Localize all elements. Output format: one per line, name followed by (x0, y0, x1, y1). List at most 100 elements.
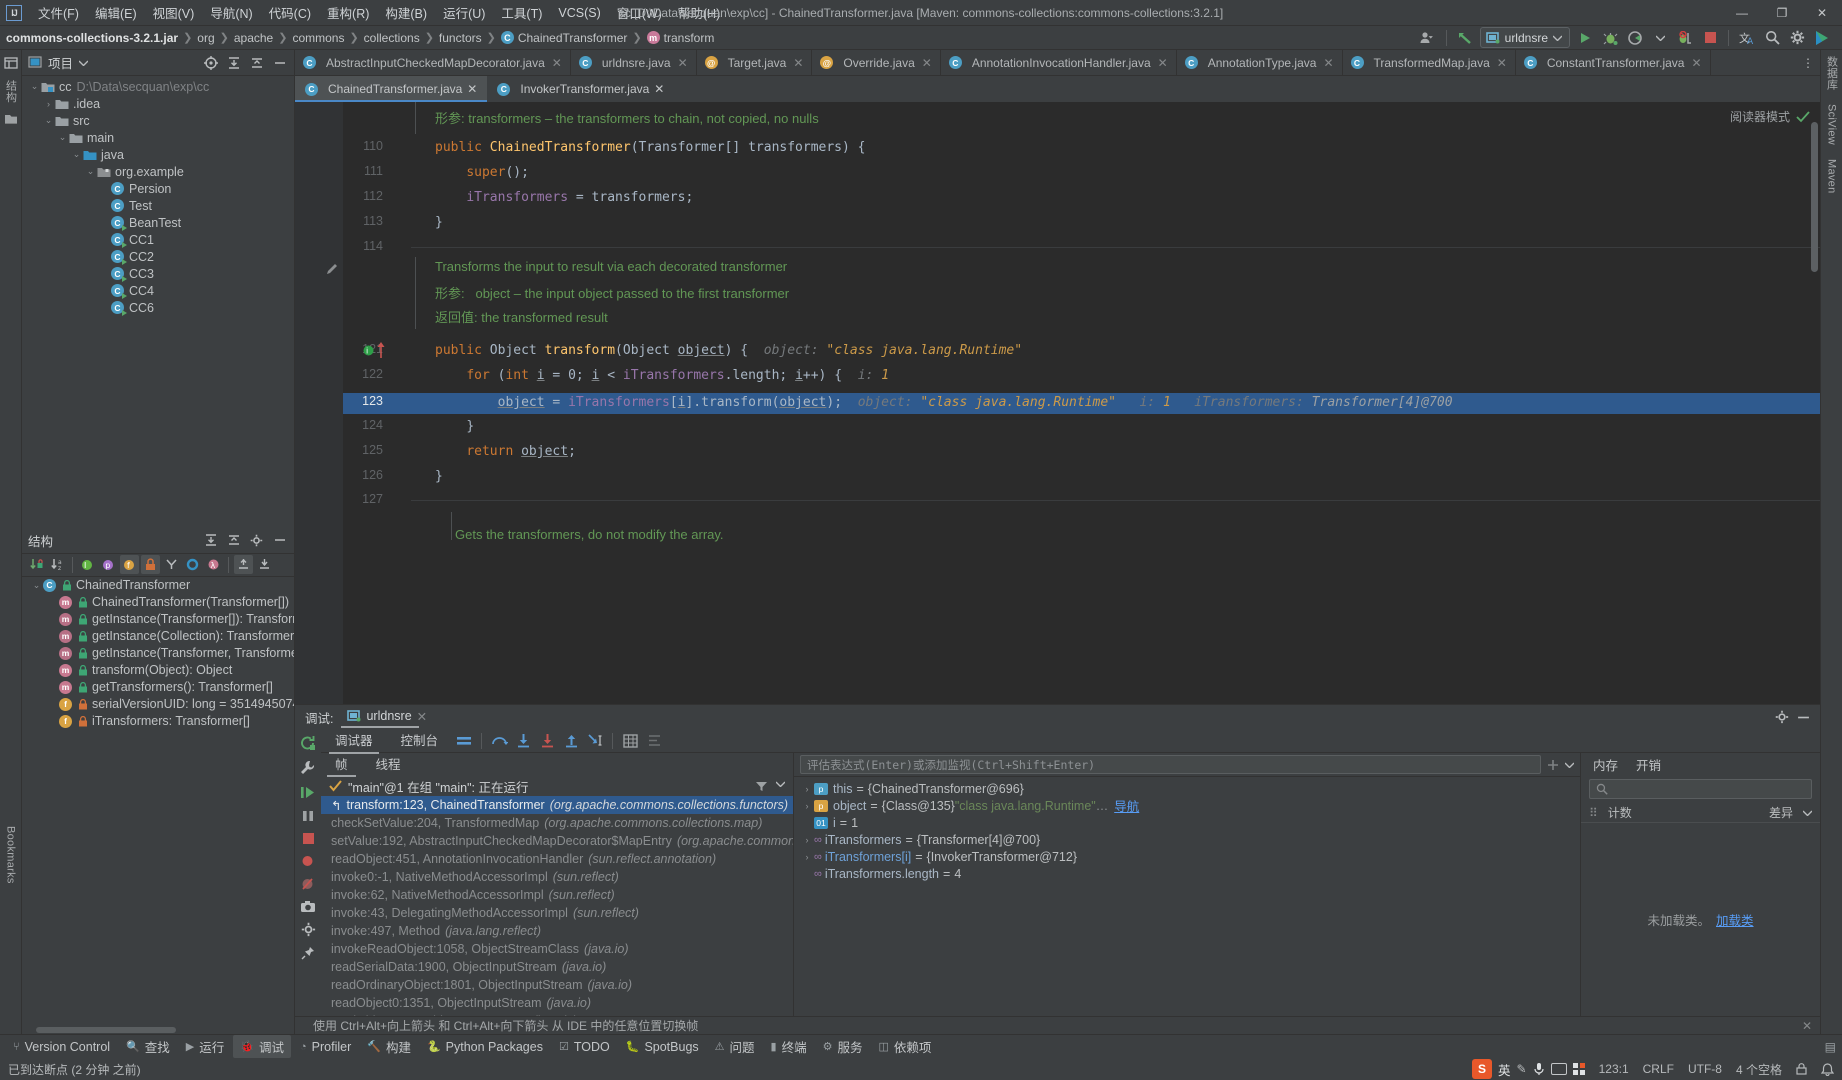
step-over-icon[interactable] (489, 731, 509, 751)
column-count[interactable]: 计数 (1608, 804, 1632, 821)
show-fields-icon[interactable]: f (120, 555, 139, 574)
caret-position[interactable]: 123:1 (1599, 1062, 1629, 1076)
pin-icon[interactable] (301, 946, 315, 960)
show-lambdas-icon[interactable]: λ (204, 555, 223, 574)
tab-frames[interactable]: 帧 (321, 752, 362, 777)
show-properties-icon[interactable]: p (99, 555, 118, 574)
editor-gutter[interactable] (295, 102, 343, 704)
chevron-down-icon[interactable]: ⌄ (30, 580, 43, 591)
reader-mode-toggle[interactable]: 阅读器模式 (1730, 108, 1810, 125)
breadcrumb-functors[interactable]: functors (439, 31, 482, 45)
code-line[interactable]: public ChainedTransformer(Transformer[] … (435, 139, 866, 156)
variables-list[interactable]: › p this = {ChainedTransformer@696} › p object =… (794, 777, 1580, 1016)
keyboard-icon[interactable] (1550, 1063, 1567, 1075)
column-diff[interactable]: 差异 (1769, 804, 1793, 821)
chevron-down-icon[interactable]: ⌄ (70, 149, 83, 160)
main-menu[interactable]: 文件(F) 编辑(E) 视图(V) 导航(N) 代码(C) 重构(R) 构建(B… (30, 0, 728, 26)
menu-help[interactable]: 帮助(H) (670, 0, 728, 26)
editor-tab[interactable]: C ConstantTransformer.java ✕ (1516, 50, 1711, 75)
editor-tabs-overflow[interactable]: ⋮ (1796, 50, 1820, 75)
code-line[interactable]: super(); (435, 164, 529, 181)
project-tree-item[interactable]: C Persion (22, 180, 294, 197)
ime-language-indicator[interactable]: 英 (1498, 1060, 1511, 1079)
microphone-icon[interactable] (1533, 1062, 1545, 1076)
sort-by-visibility-icon[interactable] (27, 555, 46, 574)
filter-icon[interactable] (755, 781, 768, 792)
add-watch-icon[interactable] (1547, 759, 1559, 771)
hide-panel-icon[interactable] (271, 532, 288, 549)
code-line[interactable]: return object; (435, 443, 576, 460)
chevron-down-icon[interactable]: ⌄ (56, 132, 69, 143)
call-stack-frame[interactable]: checkSetValue:204, TransformedMap (org.ap… (321, 814, 793, 832)
run-button[interactable] (1575, 28, 1595, 48)
breadcrumb-jar[interactable]: commons-collections-3.2.1.jar (6, 31, 178, 45)
camera-icon[interactable] (300, 900, 316, 913)
close-icon[interactable]: ✕ (1323, 56, 1333, 70)
view-breakpoints-icon[interactable] (301, 854, 315, 868)
close-icon[interactable]: ✕ (678, 56, 688, 70)
hide-panel-icon[interactable] (1797, 711, 1810, 724)
call-stack-frame[interactable]: invoke:43, DelegatingMethodAccessorImpl (… (321, 904, 793, 922)
code-line[interactable]: } (435, 468, 443, 485)
translate-icon[interactable]: 文A (1737, 28, 1757, 48)
search-icon[interactable] (1762, 28, 1782, 48)
call-stack-frame[interactable]: readObject0:1351, ObjectInputStream (java… (321, 994, 793, 1012)
call-stack-frame[interactable]: invoke:62, NativeMethodAccessorImpl (sun.… (321, 886, 793, 904)
debug-button[interactable] (1600, 28, 1620, 48)
structure-hscrollbar[interactable] (22, 1026, 294, 1034)
variable-row[interactable]: › ∞ iTransformers = {Transformer[4]@700} (794, 831, 1580, 848)
settings-wrench-icon[interactable] (300, 760, 316, 776)
close-hint-icon[interactable]: ✕ (1802, 1019, 1820, 1033)
project-tree-item[interactable]: C Test (22, 197, 294, 214)
plugin-icon[interactable] (1812, 28, 1832, 48)
variable-row[interactable]: › ∞ iTransformers[i] = {InvokerTransformer@7… (794, 848, 1580, 865)
tool-window-button-运行[interactable]: ▶ 运行 (179, 1035, 231, 1058)
structure-tree-item[interactable]: m getInstance(Collection): Transformer (22, 628, 294, 645)
chevron-down-icon[interactable]: ⌄ (42, 115, 55, 126)
debug-session-tab[interactable]: urldnsre ✕ (341, 707, 433, 728)
call-stack-frame[interactable]: readSerialData:1900, ObjectInputStream (j… (321, 958, 793, 976)
ime-punctuation-icon[interactable]: ✎ (1517, 1062, 1527, 1076)
tab-overhead[interactable]: 开销 (1636, 755, 1661, 774)
editor-tab[interactable]: Curldnsre.java ✕ (571, 50, 697, 75)
thread-selector[interactable]: "main"@1 在组 "main": 正在运行 (321, 776, 793, 796)
collapse-all-icon[interactable] (225, 532, 242, 549)
chevron-down-icon[interactable] (79, 60, 89, 66)
expand-all-icon[interactable] (225, 54, 242, 71)
menu-tools[interactable]: 工具(T) (493, 0, 550, 26)
chevron-down-icon[interactable] (1803, 810, 1812, 816)
project-tree-item[interactable]: ⌄ java (22, 146, 294, 163)
breadcrumb-class[interactable]: C ChainedTransformer (500, 31, 627, 45)
step-into-icon[interactable] (513, 731, 533, 751)
tab-debugger[interactable]: 调试器 (323, 727, 385, 754)
select-opened-file-icon[interactable] (202, 54, 219, 71)
editor-tabs-row-1[interactable]: C AbstractInputCheckedMapDecorator.java ✕ C… (295, 50, 1820, 76)
show-non-public-icon[interactable] (141, 555, 160, 574)
variable-row[interactable]: ∞ iTransformers.length = 4 (794, 865, 1580, 882)
code-line[interactable]: public Object transform(Object object) {… (435, 342, 1022, 359)
line-separator[interactable]: CRLF (1643, 1062, 1674, 1076)
code-line[interactable]: iTransformers = transformers; (435, 189, 693, 206)
structure-filter-icon[interactable] (162, 555, 181, 574)
hide-tool-windows-icon[interactable]: ▤ (1825, 1040, 1836, 1054)
lock-icon[interactable] (1796, 1063, 1807, 1075)
close-icon[interactable]: ✕ (654, 82, 664, 96)
gear-icon[interactable] (1775, 710, 1789, 724)
project-tree-item[interactable]: C CC1 (22, 231, 294, 248)
structure-tree-item[interactable]: fserialVersionUID: long = 35149450747331 (22, 696, 294, 713)
editor-tab[interactable]: C TransformedMap.java ✕ (1343, 50, 1516, 75)
run-configuration-selector[interactable]: urldnsre (1479, 27, 1570, 48)
tool-window-button-profiler[interactable]: ◔ Profiler (293, 1038, 358, 1056)
hide-panel-icon[interactable] (271, 54, 288, 71)
structure-tree-item[interactable]: mgetInstance(Transformer, Transformer): … (22, 645, 294, 662)
minimize-button[interactable]: — (1722, 0, 1762, 26)
chevron-down-icon[interactable]: ⌄ (28, 81, 41, 92)
menu-navigate[interactable]: 导航(N) (202, 0, 260, 26)
navigate-link[interactable]: 导航 (1114, 796, 1139, 815)
evaluate-expression-input[interactable]: 评估表达式(Enter)或添加监视(Ctrl+Shift+Enter) (800, 755, 1541, 774)
maximize-button[interactable]: ❐ (1762, 0, 1802, 26)
tab-memory[interactable]: 内存 (1593, 755, 1618, 774)
project-tree-item[interactable]: ⌄ main (22, 129, 294, 146)
notifications-icon[interactable] (1821, 1062, 1834, 1076)
load-classes-link[interactable]: 加载类 (1716, 910, 1754, 929)
